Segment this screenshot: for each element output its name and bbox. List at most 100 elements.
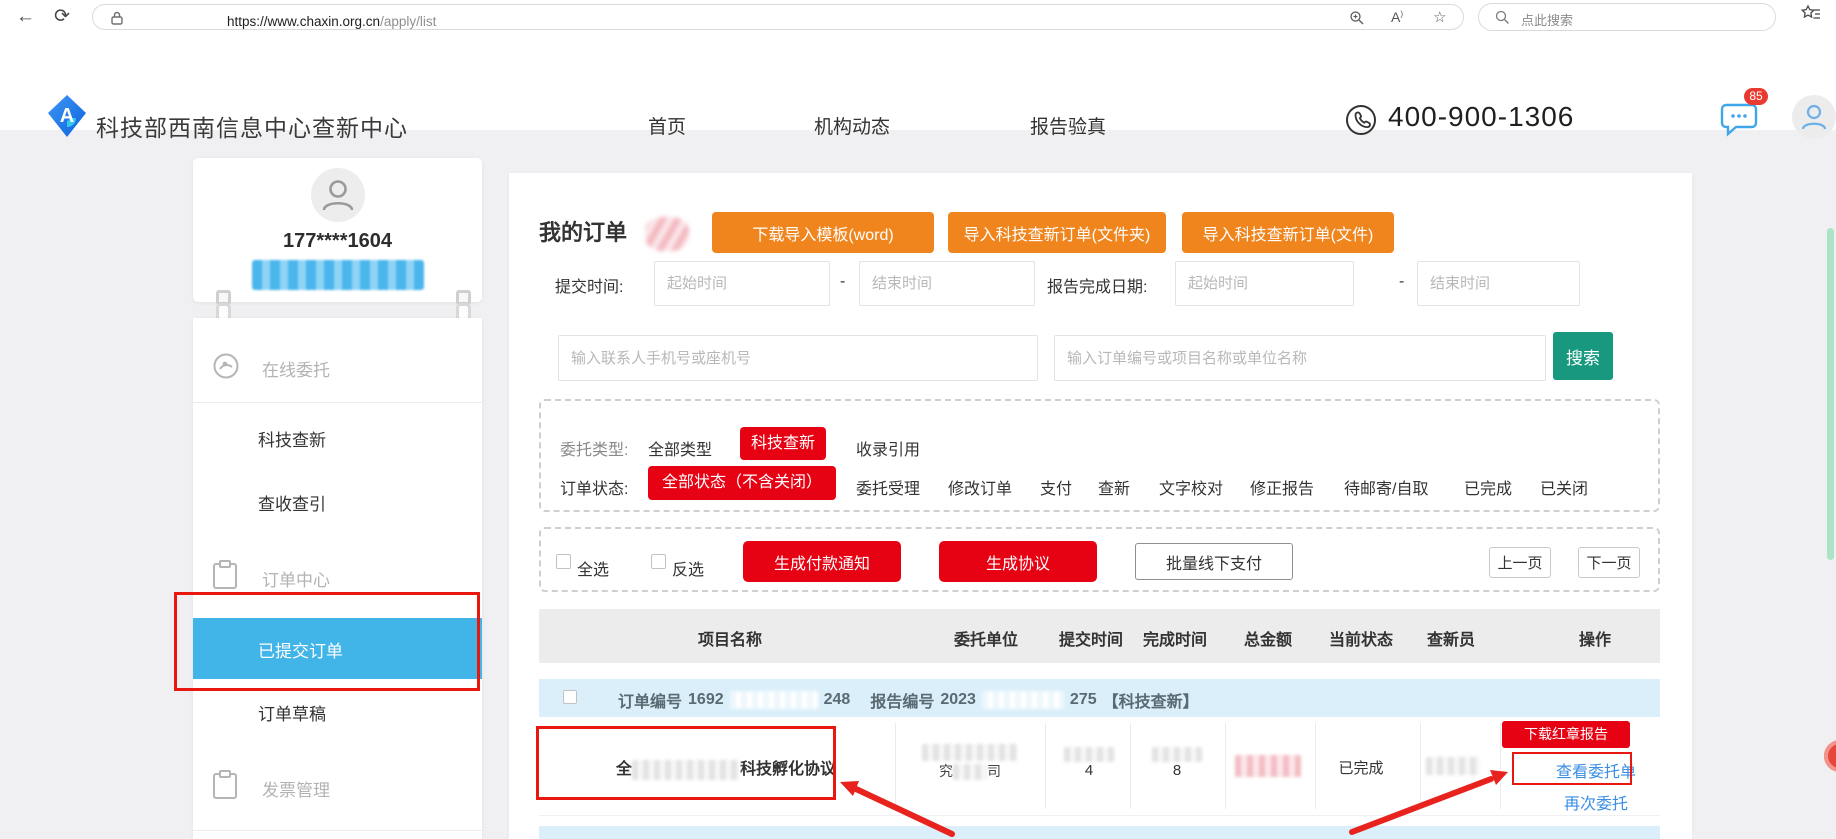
re-entrust-link[interactable]: 再次委托 <box>1564 790 1628 814</box>
generate-payment-button[interactable]: 生成付款通知 <box>743 541 901 582</box>
status-option-chaxin[interactable]: 查新 <box>1098 475 1130 499</box>
project-name-suffix: 科技孵化协议 <box>740 761 836 778</box>
redacted-checker <box>1426 757 1480 775</box>
status-filter-label: 订单状态: <box>560 475 628 499</box>
page-scrollbar[interactable] <box>1827 228 1834 560</box>
report-no-prefix: 2023 <box>940 691 976 709</box>
cell-separator <box>1420 723 1421 809</box>
finish-time-cell: 8 <box>1152 745 1202 779</box>
cell-separator <box>1500 723 1501 809</box>
user-avatar[interactable] <box>1792 95 1836 139</box>
address-bar[interactable]: https://www.chaxin.org.cn/apply/list A) … <box>92 4 1464 30</box>
invoice-icon <box>212 770 238 800</box>
browser-search-placeholder: 点此搜索 <box>1521 10 1573 29</box>
invert-select-label[interactable]: 反选 <box>672 556 704 580</box>
report-end-input[interactable] <box>1417 261 1580 306</box>
back-icon[interactable]: ← <box>16 4 35 30</box>
col-finish: 完成时间 <box>1143 626 1207 650</box>
report-start-input[interactable] <box>1175 261 1354 306</box>
browser-search-box[interactable]: 点此搜索 <box>1478 3 1776 31</box>
phone-icon <box>1344 103 1378 137</box>
contact-phone-input[interactable] <box>558 335 1038 381</box>
sidebar-item-order-draft[interactable]: 订单草稿 <box>258 700 326 725</box>
submit-start-input[interactable] <box>654 261 830 306</box>
site-header: A 科技部西南信息中心查新中心 首页 机构动态 报告验真 400-900-130… <box>0 35 1836 130</box>
order-keyword-input[interactable] <box>1054 335 1546 381</box>
unit-cell: 究司 <box>922 743 1018 781</box>
refresh-icon[interactable]: ⟳ <box>54 4 70 30</box>
search-button[interactable]: 搜索 <box>1553 332 1613 380</box>
select-all-label[interactable]: 全选 <box>577 556 609 580</box>
sidebar-item-keji-chaxin[interactable]: 科技查新 <box>258 426 326 451</box>
browser-toolbar: ← ⟳ https://www.chaxin.org.cn/apply/list… <box>0 0 1836 36</box>
url-domain: https://www.chaxin.org.cn <box>227 14 380 29</box>
status-option-modify[interactable]: 修改订单 <box>948 475 1012 499</box>
site-logo-icon: A <box>44 93 90 141</box>
generate-agreement-button[interactable]: 生成协议 <box>939 541 1097 582</box>
prev-page-button[interactable]: 上一页 <box>1489 547 1551 578</box>
zoom-page-icon[interactable] <box>1349 10 1365 26</box>
sidebar-user-phone: 177****1604 <box>193 230 482 253</box>
nav-news[interactable]: 机构动态 <box>814 112 890 139</box>
invert-select-checkbox[interactable] <box>651 554 666 569</box>
sidebar-item-submitted-orders[interactable]: 已提交订单 <box>193 618 482 679</box>
sidebar-divider-bottom <box>193 830 482 831</box>
next-order-group-row-partial <box>539 826 1660 839</box>
sidebar-item-chashou-chayin[interactable]: 查收查引 <box>258 490 326 515</box>
sidebar-divider <box>193 402 482 403</box>
nav-home[interactable]: 首页 <box>648 112 686 139</box>
type-option-shoulu[interactable]: 收录引用 <box>856 436 920 460</box>
import-order-folder-button[interactable]: 导入科技查新订单(文件夹) <box>948 212 1166 253</box>
read-aloud-icon[interactable]: A) <box>1391 9 1403 25</box>
download-template-button[interactable]: 下载导入模板(word) <box>712 212 934 253</box>
status-option-accept[interactable]: 委托受理 <box>856 475 920 499</box>
submit-time-cell: 4 <box>1064 745 1114 779</box>
nav-verify[interactable]: 报告验真 <box>1030 112 1106 139</box>
redacted-title-blob <box>645 217 689 251</box>
status-option-pay[interactable]: 支付 <box>1040 475 1072 499</box>
site-title: 科技部西南信息中心查新中心 <box>96 109 408 143</box>
table-row: 全科技孵化协议 究司 4 8 已完成 下载红章报告 查看委 <box>539 717 1660 816</box>
order-no-label: 订单编号 <box>618 688 682 712</box>
online-entrust-icon <box>212 352 240 380</box>
floating-service-button[interactable] <box>1824 740 1836 772</box>
download-report-link[interactable]: 下载红章报告 <box>1502 721 1630 748</box>
next-page-button[interactable]: 下一页 <box>1578 547 1640 578</box>
finish-date-digit: 8 <box>1173 762 1181 779</box>
submit-end-input[interactable] <box>859 261 1035 306</box>
row-checkbox[interactable] <box>563 690 577 704</box>
favorites-bar-icon[interactable] <box>1800 4 1822 24</box>
type-filter-label: 委托类型: <box>560 436 628 460</box>
sidebar-item-submitted-label: 已提交订单 <box>258 637 343 662</box>
status-option-revise[interactable]: 修正报告 <box>1250 475 1314 499</box>
status-option-proofread[interactable]: 文字校对 <box>1159 475 1223 499</box>
sidebar-group-order-center[interactable]: 订单中心 <box>262 566 330 591</box>
status-option-closed[interactable]: 已关闭 <box>1540 475 1588 499</box>
submit-time-label: 提交时间: <box>555 273 623 297</box>
redacted-report-no <box>982 691 1064 709</box>
import-order-file-button[interactable]: 导入科技查新订单(文件) <box>1182 212 1394 253</box>
project-name-cell[interactable]: 全 科技孵化协议 <box>616 755 836 780</box>
view-order-link[interactable]: 查看委托单 <box>1556 758 1636 782</box>
redacted-project-name <box>632 760 740 780</box>
select-all-checkbox[interactable] <box>556 554 571 569</box>
sidebar-avatar-icon <box>311 168 365 222</box>
sidebar-group-invoice[interactable]: 发票管理 <box>262 776 330 801</box>
favorite-star-icon[interactable]: ☆ <box>1433 8 1446 26</box>
amount-cell <box>1235 755 1301 777</box>
type-option-all[interactable]: 全部类型 <box>648 436 712 460</box>
status-option-mail[interactable]: 待邮寄/自取 <box>1344 475 1428 499</box>
sidebar-group-online[interactable]: 在线委托 <box>262 356 330 381</box>
chat-badge: 85 <box>1744 88 1768 105</box>
redacted-unit-line2 <box>953 764 987 780</box>
url-path: /apply/list <box>380 14 436 29</box>
batch-offline-pay-button[interactable]: 批量线下支付 <box>1135 543 1293 580</box>
status-option-all-selected[interactable]: 全部状态（不含关闭） <box>648 466 836 500</box>
status-option-done[interactable]: 已完成 <box>1464 475 1512 499</box>
type-option-keji-selected[interactable]: 科技查新 <box>740 427 826 460</box>
unit-suffix: 司 <box>987 763 1001 779</box>
project-name-prefix: 全 <box>616 761 632 778</box>
hotline-number: 400-900-1306 <box>1388 101 1574 133</box>
redacted-order-no <box>730 691 818 709</box>
order-no-suffix: 248 <box>824 691 851 709</box>
